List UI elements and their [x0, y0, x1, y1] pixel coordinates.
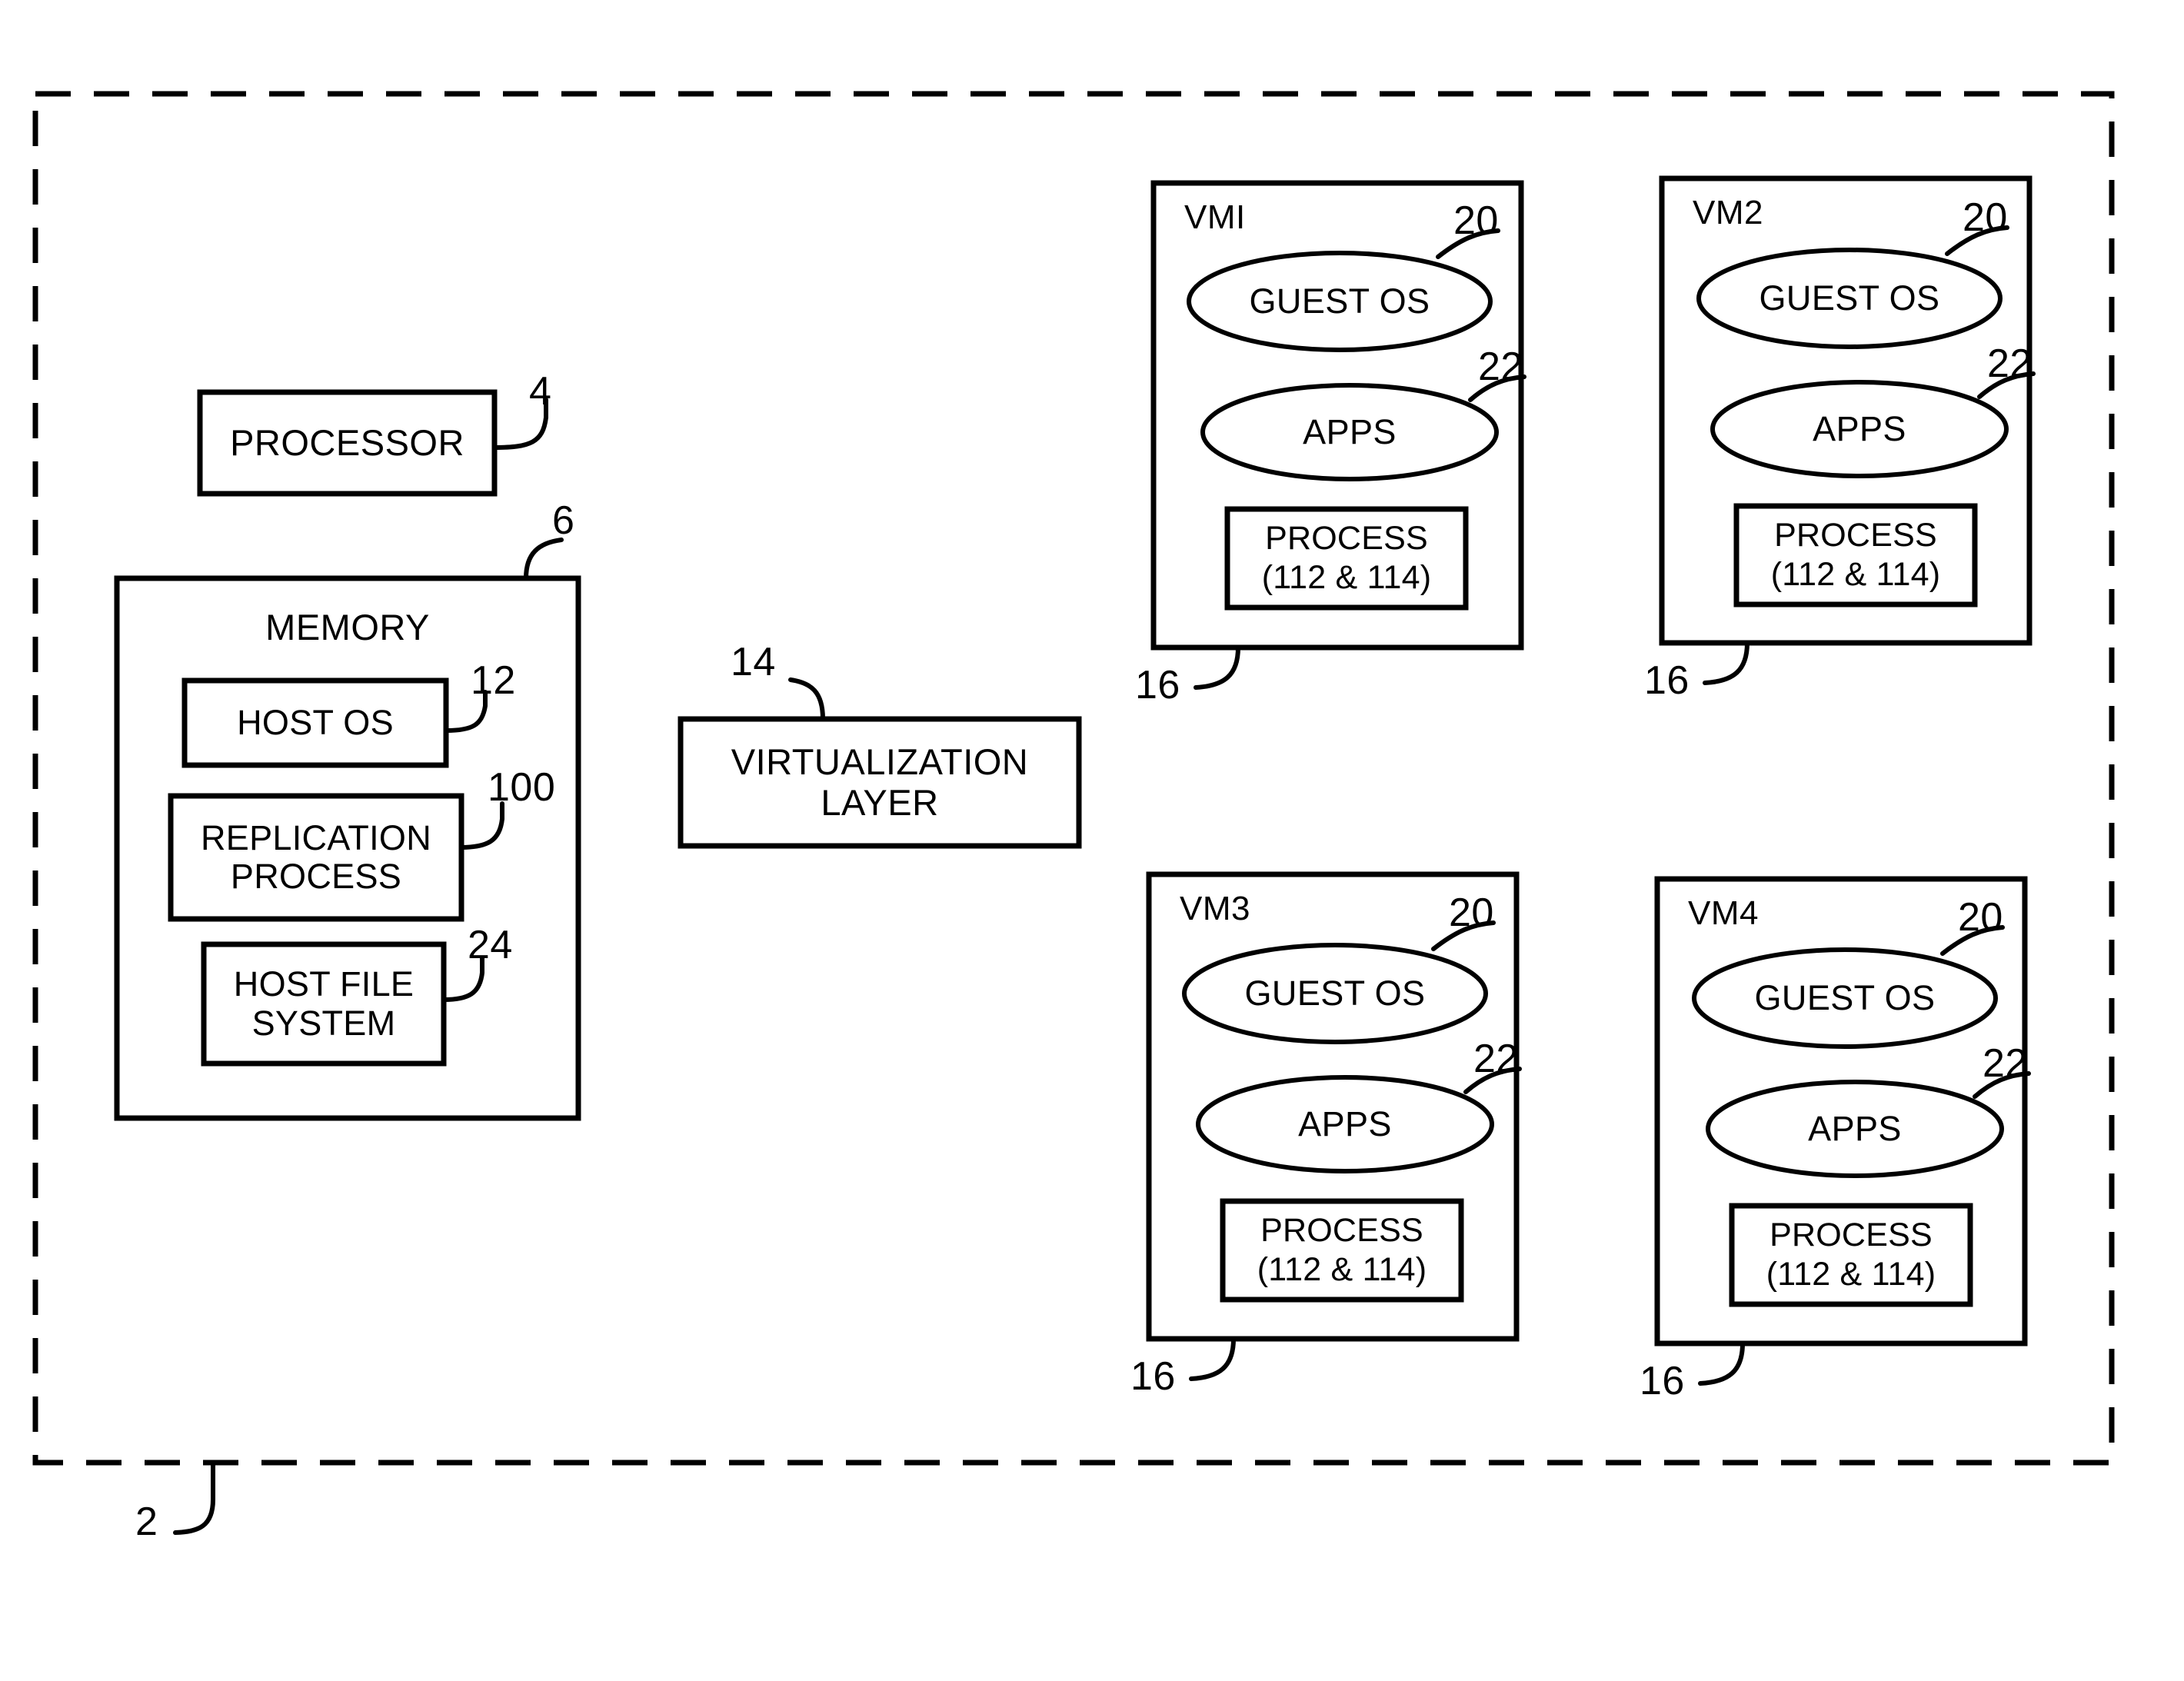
vm1-name-label: VMI — [1184, 198, 1246, 236]
ref-number-12: 12 — [471, 658, 516, 703]
ref-number-6: 6 — [552, 498, 575, 543]
host-file-system-label: HOST FILE SYSTEM — [233, 964, 414, 1043]
vm2-ref-number-20: 20 — [1963, 195, 2008, 240]
ref-number-2: 2 — [135, 1500, 158, 1544]
vm1-apps-label: APPS — [1303, 411, 1397, 451]
processor-label: PROCESSOR — [230, 421, 464, 463]
vm2-ref-number-22: 22 — [1987, 341, 2033, 386]
vm2-process-label-line2: (112 & 114) — [1770, 556, 1941, 593]
vm4-process-label-line1: PROCESS — [1770, 1217, 1933, 1253]
vm1-ref-number-22: 22 — [1478, 345, 1523, 389]
vm3-ref-number-20: 20 — [1449, 890, 1494, 935]
vm1-guest-os-label: GUEST OS — [1249, 281, 1430, 321]
vm2-ref-number-16: 16 — [1644, 658, 1690, 703]
vm4-ref-number-20: 20 — [1958, 895, 2003, 940]
vm3-guest-os-label: GUEST OS — [1244, 973, 1426, 1013]
virtualization-layer-label: VIRTUALIZATION LAYER — [731, 741, 1029, 823]
vm1-process-label-line2: (112 & 114) — [1261, 559, 1432, 596]
vm1-process-label-line1: PROCESS — [1265, 520, 1428, 557]
vm4-guest-os-label: GUEST OS — [1754, 977, 1936, 1017]
memory-label: MEMORY — [265, 607, 430, 647]
ref-number-100: 100 — [488, 765, 556, 810]
vm4-ref-number-22: 22 — [1983, 1041, 2028, 1086]
patent-figure: 2 PROCESSOR 4 MEMORY 6 HOST OS 12 REPLIC… — [0, 0, 2184, 1681]
vm4-process-label-line2: (112 & 114) — [1766, 1256, 1936, 1293]
vm1-leader-line-16 — [1194, 645, 1240, 690]
vm2-guest-os-label: GUEST OS — [1759, 278, 1940, 318]
vm2-apps-label: APPS — [1813, 408, 1906, 448]
vm1-ref-number-16: 16 — [1135, 663, 1180, 707]
vm2-leader-line-16 — [1703, 641, 1750, 685]
replication-process-label: REPLICATION PROCESS — [200, 817, 432, 896]
vm3-leader-line-16 — [1189, 1336, 1236, 1381]
vm4-apps-label: APPS — [1808, 1108, 1902, 1148]
vm2-process-label-line1: PROCESS — [1774, 517, 1937, 554]
vm2-name-label: VM2 — [1693, 194, 1763, 231]
vm3-ref-number-16: 16 — [1130, 1354, 1176, 1399]
vm3-ref-number-22: 22 — [1473, 1037, 1519, 1081]
host-os-label: HOST OS — [237, 702, 394, 742]
leader-line-6 — [524, 538, 564, 581]
vm3-process-label-line1: PROCESS — [1260, 1212, 1423, 1249]
ref-number-14: 14 — [731, 640, 776, 684]
vm1-ref-number-20: 20 — [1453, 198, 1499, 243]
vm4-leader-line-16 — [1698, 1341, 1745, 1386]
vm4-ref-number-16: 16 — [1640, 1359, 1685, 1403]
vm3-process-label-line2: (112 & 114) — [1257, 1251, 1427, 1288]
vm4-name-label: VM4 — [1688, 894, 1759, 932]
leader-line-14 — [788, 677, 825, 721]
vm3-apps-label: APPS — [1298, 1103, 1392, 1143]
ref-number-4: 4 — [529, 369, 552, 414]
ref-number-24: 24 — [468, 923, 513, 967]
vm3-name-label: VM3 — [1180, 890, 1250, 927]
